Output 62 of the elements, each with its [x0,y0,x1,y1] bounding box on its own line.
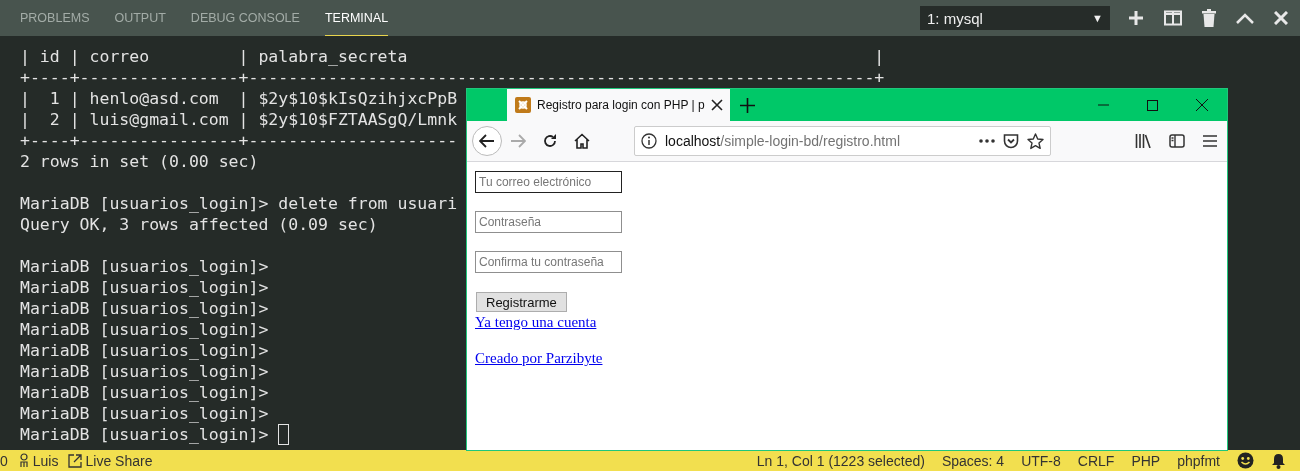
terminal-line: MariaDB [usuarios_login]> [20,256,269,277]
status-item[interactable]: Ln 1, Col 1 (1223 selected) [756,452,925,469]
terminal-line: MariaDB [usuarios_login]> [20,424,269,445]
tab-title: Registro para login con PHP | p [537,98,705,112]
back-button[interactable] [472,126,502,156]
terminal-line: +----+----------------+--------------------- [20,130,458,151]
favicon-icon [515,97,531,113]
status-item[interactable]: Luis [32,452,59,469]
link[interactable]: Ya tengo una cuenta [475,313,597,331]
status-item[interactable]: phpfmt [1177,452,1220,469]
terminal-line: MariaDB [usuarios_login]> [20,340,269,361]
person-icon [17,453,30,468]
terminal-line: MariaDB [usuarios_login]> delete from usuari [20,193,458,214]
home-icon[interactable] [574,133,590,149]
close-icon[interactable] [1196,99,1208,111]
terminal-line: MariaDB [usuarios_login]> [20,319,269,340]
status-item[interactable]: Spaces: 4 [941,452,1005,469]
split-icon[interactable] [1164,10,1182,26]
url-text: localhost/simple-login-bd/registro.html [665,133,901,149]
trash-icon[interactable] [1202,9,1216,27]
terminal-line: Query OK, 3 rows affected (0.09 sec) [20,214,378,235]
close-icon[interactable] [710,99,723,111]
pocket-icon[interactable] [1003,133,1019,149]
chevron-up-icon[interactable] [1236,12,1254,24]
sidebar-icon[interactable] [1169,134,1185,148]
terminal-line: MariaDB [usuarios_login]> [20,298,269,319]
text-field[interactable]: Tu correo electrónico [475,171,622,193]
star-icon[interactable] [1027,132,1044,150]
terminal-select[interactable]: 1: mysql ▼ [920,6,1110,30]
reload-icon[interactable] [542,133,558,149]
register-button[interactable]: Registrarme [476,292,567,312]
back-arrow-icon [479,134,495,148]
menu-icon[interactable] [1203,135,1217,147]
status-item[interactable]: Live Share [85,452,153,469]
bell-icon[interactable] [1271,452,1286,469]
new-tab-icon[interactable] [740,97,755,113]
terminal-line: MariaDB [usuarios_login]> [20,277,269,298]
terminal-line: MariaDB [usuarios_login]> [20,361,269,382]
share-icon [68,453,83,468]
maximize-icon[interactable] [1147,99,1158,111]
link[interactable]: Creado por Parzibyte [475,349,603,367]
library-icon[interactable] [1135,134,1151,148]
terminal-line: 2 rows in set (0.00 sec) [20,151,259,172]
status-item[interactable]: UTF-8 [1021,452,1061,469]
address-bar[interactable]: localhost/simple-login-bd/registro.html [634,126,1051,156]
status-count[interactable]: 0 [0,452,8,469]
terminal-line: | id | correo | palabra_secreta | [20,46,885,67]
text-cursor [278,424,290,445]
status-item[interactable]: CRLF [1077,452,1115,469]
info-icon[interactable] [641,133,657,149]
terminal-line: MariaDB [usuarios_login]> [20,382,269,403]
add-icon[interactable] [1128,10,1144,26]
more-icon[interactable] [979,139,995,143]
smiley-icon[interactable] [1237,452,1254,469]
text-field[interactable]: Confirma tu contraseña [475,251,622,273]
terminal-line: +----+----------------+---------------------------------------------------------------+ [20,67,885,88]
text-field[interactable]: Contraseña [475,211,622,233]
terminal-line: | 1 | henlo@asd.com | $2y$10$kIsQzihjxcPpB [20,88,458,109]
terminal-line: | 2 | luis@gmail.com | $2y$10$FZTAASgQ/Lmnk [20,109,458,130]
status-item[interactable]: PHP [1131,452,1161,469]
terminal-line: MariaDB [usuarios_login]> [20,403,269,424]
browser-tab[interactable]: Registro para login con PHP | p [507,89,730,121]
